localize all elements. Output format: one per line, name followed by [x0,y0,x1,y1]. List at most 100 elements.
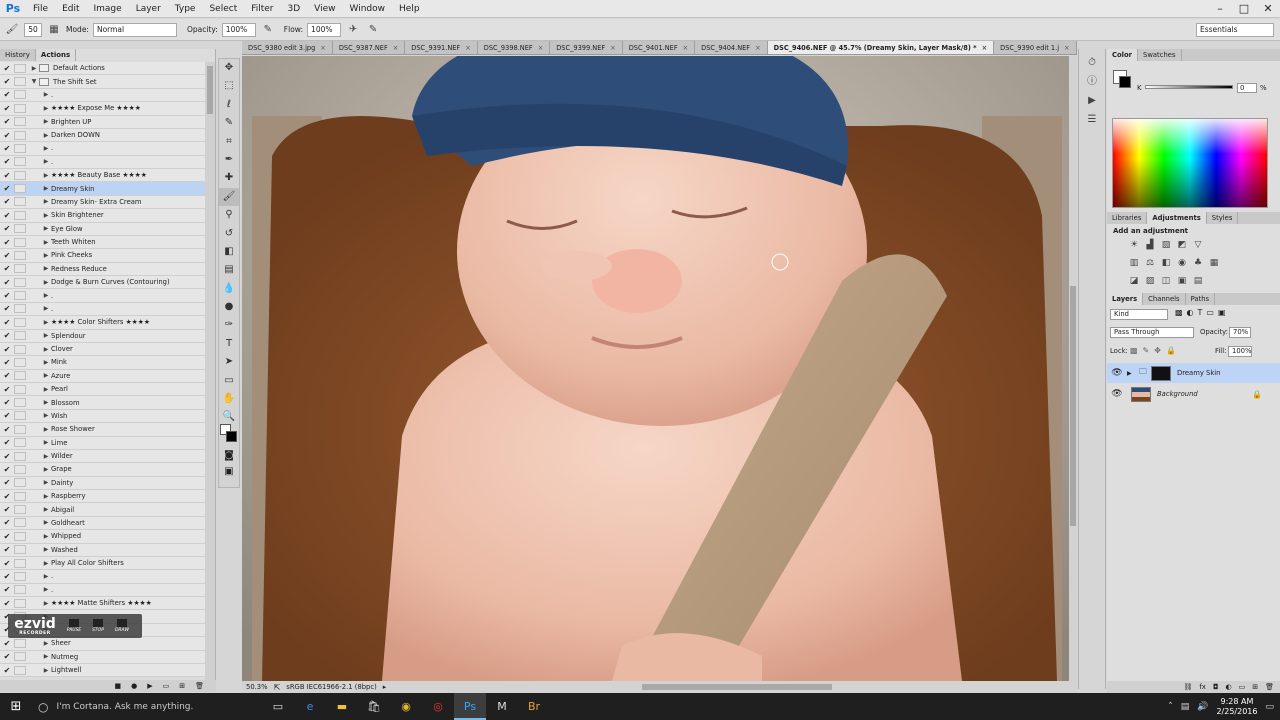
dialog-toggle[interactable] [14,317,26,327]
menu-image[interactable]: Image [87,0,129,18]
dialog-toggle[interactable] [14,398,26,408]
toggle-check-icon[interactable]: ✔ [0,478,14,487]
action-row[interactable]: ✔ ▶ Azure [0,369,205,383]
dialog-toggle[interactable] [14,464,26,474]
expand-triangle-icon[interactable]: ▶ [41,493,51,500]
close-tab-icon[interactable]: × [538,44,544,52]
dialog-toggle[interactable] [14,143,26,153]
k-slider[interactable] [1145,85,1233,89]
tab-styles[interactable]: Styles [1207,212,1239,224]
expand-triangle-icon[interactable]: ▶ [41,386,51,393]
background-color-swatch[interactable] [226,431,237,442]
selective-color-icon[interactable]: ▣ [1176,275,1188,287]
toggle-check-icon[interactable]: ✔ [0,425,14,434]
levels-icon[interactable]: ▟ [1144,239,1156,251]
layer-name[interactable]: Background [1157,390,1198,398]
expand-triangle-icon[interactable]: ▶ [41,265,51,272]
close-button[interactable]: ✕ [1256,0,1280,18]
dialog-toggle[interactable] [14,291,26,301]
action-row[interactable]: ✔ ▶ Abigail [0,503,205,517]
toggle-check-icon[interactable]: ✔ [0,291,14,300]
action-label[interactable]: Blossom [51,399,80,407]
expand-triangle-icon[interactable]: ▶ [41,519,51,526]
brush-tool-icon[interactable]: 🖌 [4,22,20,38]
record-icon[interactable]: ● [131,680,137,692]
expand-triangle-icon[interactable]: ▶ [41,640,51,647]
action-label[interactable]: ★★★★ Color Shifters ★★★★ [51,318,150,326]
toggle-check-icon[interactable]: ✔ [0,184,14,193]
action-label[interactable]: Goldheart [51,519,85,527]
opacity-input[interactable]: 100% [221,22,256,37]
action-row[interactable]: ✔ ▶ Lime [0,436,205,450]
toggle-check-icon[interactable]: ✔ [0,144,14,153]
vibrance-icon[interactable]: ▽ [1192,239,1204,251]
action-label[interactable]: Clover [51,345,73,353]
action-row[interactable]: ✔ ▶ Mink [0,356,205,370]
action-row[interactable]: ✔ ▶ Raspberry [0,490,205,504]
document-tab[interactable]: DSC_9398.NEF × [477,41,551,54]
action-row[interactable]: ✔ ▶ Eye Glow [0,222,205,236]
action-label[interactable]: . [51,292,53,300]
expand-triangle-icon[interactable]: ▶ [41,185,51,192]
action-label[interactable]: ★★★★ Beauty Base ★★★★ [51,171,147,179]
expand-triangle-icon[interactable]: ▶ [41,399,51,406]
action-row[interactable]: ✔ ▶. [0,155,205,169]
dialog-toggle[interactable] [14,210,26,220]
dialog-toggle[interactable] [14,371,26,381]
crop-tool-icon[interactable]: ⌗ [219,133,239,151]
action-label[interactable]: Washed [51,546,78,554]
marquee-tool-icon[interactable]: ⬚ [219,77,239,95]
document-canvas[interactable] [242,56,1069,681]
dialog-toggle[interactable] [14,63,26,73]
history-brush-tool-icon[interactable]: ↺ [219,225,239,243]
action-row[interactable]: ✔ ▶ Nutmeg [0,650,205,664]
action-row[interactable]: ✔ ▶ Splendour [0,329,205,343]
toggle-check-icon[interactable]: ✔ [0,90,14,99]
action-row[interactable]: ✔ ▶. [0,570,205,584]
menu-filter[interactable]: Filter [244,0,280,18]
app-red-icon[interactable]: ◎ [422,693,454,720]
dialog-toggle[interactable] [14,571,26,581]
close-tab-icon[interactable]: × [1064,44,1070,52]
document-tab[interactable]: DSC_9399.NEF × [550,41,623,54]
tab-paths[interactable]: Paths [1186,293,1216,305]
action-label[interactable]: Redness Reduce [51,265,107,273]
path-select-tool-icon[interactable]: ➤ [219,353,239,371]
toggle-check-icon[interactable]: ✔ [0,652,14,661]
expand-triangle-icon[interactable]: ▶ [41,372,51,379]
toggle-check-icon[interactable]: ✔ [0,585,14,594]
toggle-check-icon[interactable]: ✔ [0,518,14,527]
threshold-icon[interactable]: ◫ [1160,275,1172,287]
expand-triangle-icon[interactable]: ▶ [41,479,51,486]
toggle-check-icon[interactable]: ✔ [0,211,14,220]
new-adjustment-icon[interactable]: ◐ [1226,681,1232,693]
lock-icons[interactable]: ▩✎✥🔒 [1130,346,1181,355]
action-row[interactable]: ✔ ▶ Redness Reduce [0,262,205,276]
toggle-check-icon[interactable]: ✔ [0,505,14,514]
expand-triangle-icon[interactable]: ▶ [41,225,51,232]
toggle-check-icon[interactable]: ✔ [0,224,14,233]
document-tab[interactable]: DSC_9387.NEF × [332,41,406,54]
expand-triangle-icon[interactable]: ▼ [29,78,39,85]
dialog-toggle[interactable] [14,531,26,541]
actions-panel-icon[interactable]: ▶ [1079,91,1105,110]
expand-triangle-icon[interactable]: ▶ [41,105,51,112]
dialog-toggle[interactable] [14,197,26,207]
color-spectrum[interactable] [1112,118,1268,208]
action-row[interactable]: ✔ ▶. [0,583,205,597]
toggle-check-icon[interactable]: ✔ [0,171,14,180]
new-set-icon[interactable]: ▭ [163,680,170,692]
layer-thumbnail[interactable] [1131,386,1151,402]
toggle-check-icon[interactable]: ✔ [0,666,14,675]
tab-actions[interactable]: Actions [35,49,77,61]
action-row[interactable]: ✔ ▶ Grape [0,463,205,477]
action-row[interactable]: ✔ ▶ Darken DOWN [0,128,205,143]
action-label[interactable]: . [51,91,53,99]
action-label[interactable]: Play All Color Shifters [51,559,124,567]
dialog-toggle[interactable] [14,558,26,568]
toggle-check-icon[interactable]: ✔ [0,318,14,327]
expand-triangle-icon[interactable]: ▶ [41,292,51,299]
dialog-toggle[interactable] [14,170,26,180]
lasso-tool-icon[interactable]: ℓ [219,96,239,114]
dialog-toggle[interactable] [14,545,26,555]
